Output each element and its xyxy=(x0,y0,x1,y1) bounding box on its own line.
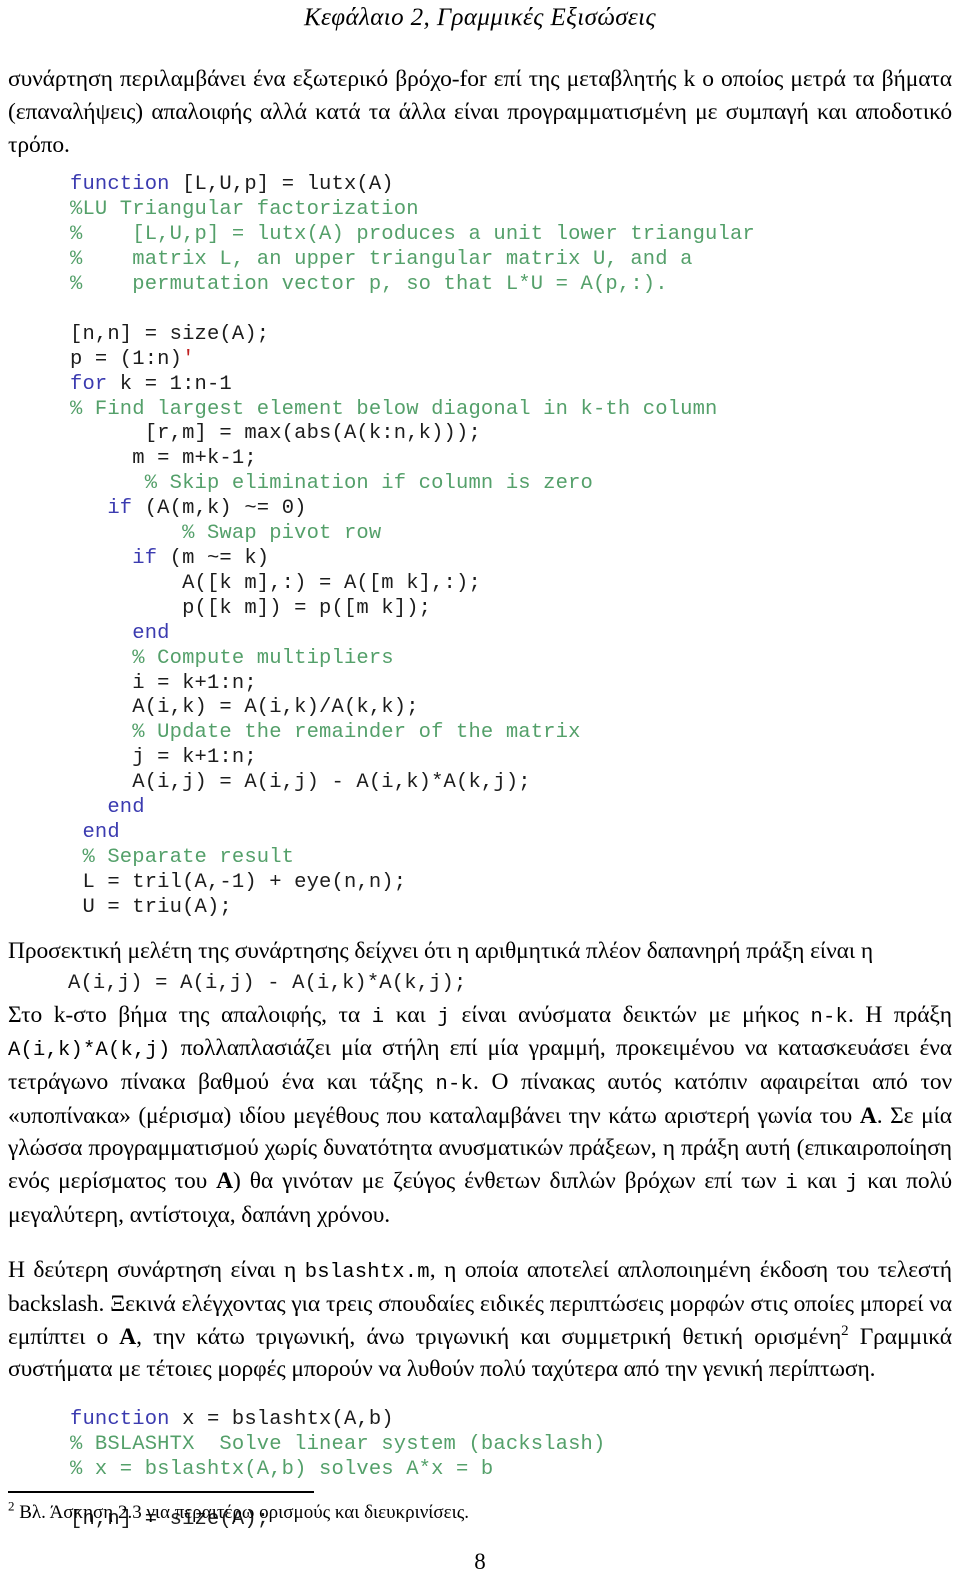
code-token: k = 1:n-1 xyxy=(107,372,232,396)
code-token: end xyxy=(70,820,120,844)
code-token: end xyxy=(70,796,145,820)
text-run: . Η πράξη xyxy=(847,1001,952,1028)
page-body: συνάρτηση περιλαμβάνει ένα εξωτερικό βρό… xyxy=(8,63,952,1533)
code-token: % [L,U,p] = lutx(A) produces a unit lowe… xyxy=(70,223,755,247)
code-token: A(i,k) = A(i,k)/A(k,k); xyxy=(70,696,419,720)
text-run: και xyxy=(384,1001,438,1028)
footnote-number: 2 xyxy=(8,1498,15,1514)
inline-code-nk-2: n-k xyxy=(435,1072,473,1096)
code-listing-lutx-body: function [L,U,p] = lutx(A) %LU Triangula… xyxy=(70,173,952,920)
inline-code-nk: n-k xyxy=(810,1005,848,1029)
inline-code-i: i xyxy=(371,1005,385,1029)
code-token: (A(m,k) ~= 0) xyxy=(132,497,307,521)
code-token: %LU Triangular factorization xyxy=(70,198,419,222)
code-token: if xyxy=(70,497,133,521)
footnote-separator-rule xyxy=(8,1491,314,1494)
text-run: είναι ανύσματα δεικτών με μήκος xyxy=(449,1001,811,1028)
text-run: ) θα γινόταν με ζεύγος ένθετων διπλών βρ… xyxy=(233,1168,786,1195)
intro-paragraph: συνάρτηση περιλαμβάνει ένα εξωτερικό βρό… xyxy=(8,65,952,158)
text-run: Στο k-στο βήμα της απαλοιφής, τα xyxy=(8,1001,372,1028)
footnote-area: 2 Βλ. Άσκηση 2.3 για περαιτέρω ορισμούς … xyxy=(8,1491,952,1525)
code-token: end xyxy=(70,621,170,645)
footnote-text: Βλ. Άσκηση 2.3 για περαιτέρω ορισμούς κα… xyxy=(19,1502,470,1524)
code-token: L = tril(A,-1) + eye(n,n); xyxy=(70,870,407,894)
code-token: for xyxy=(70,372,108,396)
inline-code-i-2: i xyxy=(785,1172,798,1196)
text-run: , την κάτω τριγωνική, άνω τριγωνική και … xyxy=(136,1323,842,1350)
code-token: ' xyxy=(182,347,195,371)
inline-code-j-2: j xyxy=(845,1172,859,1196)
code-token: p = (1:n) xyxy=(70,347,183,371)
code-token: % Find largest element below diagonal in… xyxy=(70,397,718,421)
code-token: % BSLASHTX Solve linear system (backslas… xyxy=(70,1433,606,1457)
inline-code-outer-product: A(i,k)*A(k,j) xyxy=(8,1039,171,1063)
code-token: function xyxy=(70,173,170,197)
code-token: % Update the remainder of the matrix xyxy=(70,721,581,745)
matrix-symbol-A-2: A xyxy=(216,1168,234,1195)
matrix-symbol-A: A xyxy=(859,1102,877,1129)
code-token: % Swap pivot row xyxy=(70,522,382,546)
code-token: A([k m],:) = A([m k],:); xyxy=(70,571,481,595)
code-token: [L,U,p] = lutx(A) xyxy=(169,173,394,197)
code-token: m = m+k-1; xyxy=(70,447,257,471)
code-token: [n,n] = size(A); xyxy=(70,322,270,346)
code-token: if xyxy=(70,547,158,571)
text-run: και xyxy=(797,1168,846,1195)
code-token: % permutation vector p, so that L*U = A(… xyxy=(70,273,668,297)
footnote-entry: 2 Βλ. Άσκηση 2.3 για περαιτέρω ορισμούς … xyxy=(8,1498,952,1525)
costly-op-paragraph: Στο k-στο βήμα της απαλοιφής, τα i και j… xyxy=(8,999,952,1232)
code-token: % x = bslashtx(A,b) solves A*x = b xyxy=(70,1458,494,1482)
inline-code-j: j xyxy=(437,1005,450,1029)
matrix-symbol-A-3: A xyxy=(119,1323,137,1350)
code-token: A(i,j) = A(i,j) - A(i,k)*A(k,j); xyxy=(70,771,531,795)
text-run: Η δεύτερη συνάρτηση είναι η xyxy=(8,1256,305,1283)
costly-op-lead: Προσεκτική μελέτη της συνάρτησης δείχνει… xyxy=(8,937,874,964)
code-token: U = triu(A); xyxy=(70,895,232,919)
code-token: x = bslashtx(A,b) xyxy=(169,1408,394,1432)
bslashtx-paragraph: Η δεύτερη συνάρτηση είναι η bslashtx.m , … xyxy=(8,1254,952,1386)
code-token: % Compute multipliers xyxy=(70,646,394,670)
code-token: % Separate result xyxy=(70,845,295,869)
code-token: % Skip elimination if column is zero xyxy=(70,472,593,496)
page-number: 8 xyxy=(474,1549,486,1574)
code-token: i = k+1:n; xyxy=(70,671,257,695)
inline-code-bslashtx-m: bslashtx.m xyxy=(304,1260,430,1284)
document-page: Κεφάλαιο 2, Γραμμικές Εξισώσεις συνάρτησ… xyxy=(0,0,960,1581)
code-token: % matrix L, an upper triangular matrix U… xyxy=(70,248,693,272)
code-token: [r,m] = max(abs(A(k:n,k))); xyxy=(70,422,481,446)
code-token: function xyxy=(70,1408,170,1432)
footnote-marker[interactable]: 2 xyxy=(841,1323,849,1339)
code-token: p([k m]) = p([m k]); xyxy=(70,596,432,620)
code-token: j = k+1:n; xyxy=(70,746,257,770)
inline-code-line-update: A(i,j) = A(i,j) - A(i,k)*A(k,j); xyxy=(68,971,467,995)
code-listing-lutx: function [L,U,p] = lutx(A) %LU Triangula… xyxy=(70,173,952,920)
code-token: (m ~= k) xyxy=(157,547,270,571)
running-header-title: Κεφάλαιο 2, Γραμμικές Εξισώσεις xyxy=(303,4,657,31)
